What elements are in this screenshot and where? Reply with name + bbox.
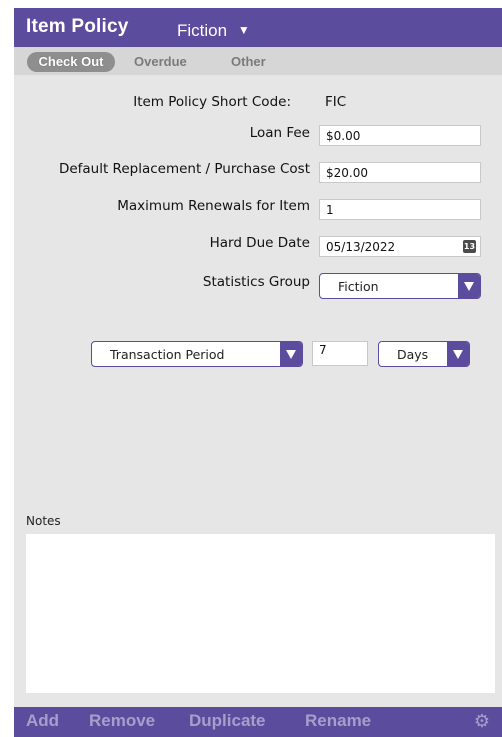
- transaction-count-input[interactable]: 7: [312, 341, 368, 366]
- rename-button[interactable]: Rename: [305, 711, 371, 731]
- max-renewals-input[interactable]: 1: [319, 199, 481, 220]
- loan-fee-label: Loan Fee: [249, 125, 310, 141]
- statistics-group-value: Fiction: [338, 279, 379, 294]
- transaction-unit-dropdown[interactable]: Days: [378, 341, 470, 367]
- remove-button[interactable]: Remove: [89, 711, 155, 731]
- short-code-value: FIC: [325, 94, 347, 110]
- short-code-label: Item Policy Short Code:: [133, 94, 291, 110]
- tab-bar: Check Out Overdue Other: [14, 47, 502, 75]
- replacement-cost-input[interactable]: $20.00: [319, 162, 481, 183]
- item-policy-panel: Item Policy Fiction ▼ Check Out Overdue …: [14, 8, 502, 737]
- replacement-cost-label: Default Replacement / Purchase Cost: [58, 161, 310, 177]
- transaction-period-dropdown[interactable]: Transaction Period: [91, 341, 303, 367]
- hard-due-date-input[interactable]: 05/13/2022 13: [319, 236, 481, 257]
- page-title: Item Policy: [26, 16, 129, 37]
- policy-selector-label: Fiction: [177, 21, 228, 40]
- gear-icon[interactable]: ⚙: [474, 711, 490, 732]
- notes-label: Notes: [26, 514, 61, 528]
- calendar-icon[interactable]: 13: [463, 240, 476, 253]
- tab-check-out[interactable]: Check Out: [27, 52, 115, 72]
- statistics-group-label: Statistics Group: [202, 274, 310, 290]
- max-renewals-label: Maximum Renewals for Item: [117, 198, 310, 214]
- hard-due-date-value: 05/13/2022: [326, 240, 396, 254]
- header-bar: Item Policy Fiction ▼: [14, 8, 502, 47]
- transaction-unit-value: Days: [397, 347, 429, 362]
- loan-fee-input[interactable]: $0.00: [319, 125, 481, 146]
- chevron-down-icon: ▼: [237, 23, 250, 37]
- transaction-period-value: Transaction Period: [110, 347, 225, 362]
- chevron-down-icon: [458, 274, 480, 298]
- policy-selector[interactable]: Fiction ▼: [177, 21, 250, 41]
- tab-other[interactable]: Other: [231, 53, 266, 71]
- chevron-down-icon: [447, 342, 469, 366]
- statistics-group-dropdown[interactable]: Fiction: [319, 273, 481, 299]
- hard-due-date-label: Hard Due Date: [209, 235, 310, 251]
- add-button[interactable]: Add: [26, 711, 59, 731]
- footer-toolbar: Add Remove Duplicate Rename ⚙: [14, 707, 502, 737]
- chevron-down-icon: [280, 342, 302, 366]
- tab-overdue[interactable]: Overdue: [134, 53, 187, 71]
- duplicate-button[interactable]: Duplicate: [189, 711, 266, 731]
- notes-textarea[interactable]: [26, 534, 495, 693]
